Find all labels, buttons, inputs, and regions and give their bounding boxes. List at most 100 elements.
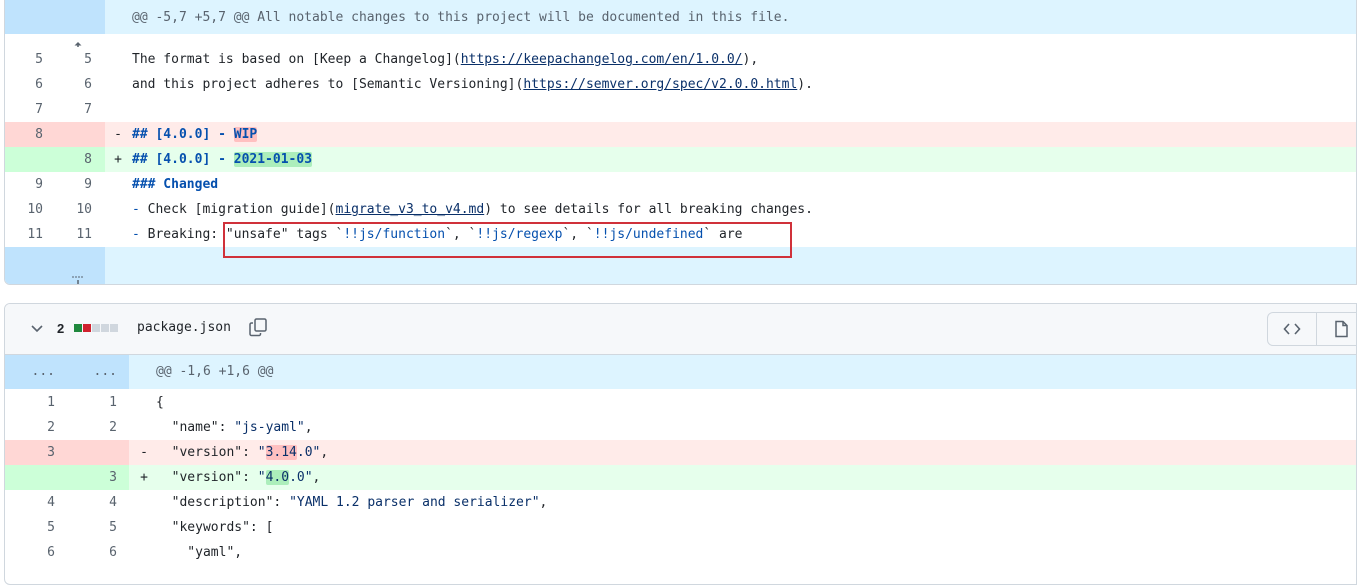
- old-line-number[interactable]: 8: [5, 122, 43, 147]
- new-line-number[interactable]: [55, 122, 92, 147]
- chevron-down-icon[interactable]: [29, 320, 45, 336]
- added-line: 8 + ## [4.0.0] - 2021-01-03: [5, 147, 1356, 172]
- code-token: :: [242, 445, 258, 460]
- diff-sign: +: [114, 152, 122, 167]
- code-text: "description": "YAML 1.2 parser and seri…: [156, 490, 548, 515]
- highlight-box: [223, 222, 792, 258]
- code-token: "description": [156, 495, 274, 510]
- new-line-number[interactable]: 1: [67, 390, 117, 415]
- diffstat-block: [101, 324, 109, 332]
- new-line-number[interactable]: 8: [55, 147, 92, 172]
- old-line-number[interactable]: 5: [5, 47, 43, 72]
- code-token: .0": [296, 445, 321, 460]
- added-line: 3 + "version": "4.0.0",: [5, 465, 1356, 490]
- new-line-number[interactable]: [67, 440, 117, 465]
- old-line-number[interactable]: 5: [5, 515, 55, 540]
- context-line: 10 10 - Check [migration guide](migrate_v3…: [5, 197, 1356, 222]
- code-text: {: [156, 390, 164, 415]
- hunk-old-ellipsis[interactable]: ...: [5, 355, 55, 389]
- code-text: The format is based on [Keep a Changelog…: [132, 47, 758, 72]
- diff-sign: -: [140, 445, 148, 460]
- code-token: {: [156, 395, 164, 410]
- code-token: ": [257, 445, 266, 460]
- code-token: ### Changed: [132, 177, 219, 192]
- code-token: -: [132, 227, 148, 242]
- code-token[interactable]: migrate_v3_to_v4.md: [336, 202, 485, 217]
- new-line-number[interactable]: 7: [55, 97, 92, 122]
- file-name[interactable]: package.json: [137, 320, 231, 335]
- context-line: 6 6 and this project adheres to [Semantic …: [5, 72, 1356, 97]
- context-line: 22 "name": "js-yaml",: [5, 415, 1356, 440]
- new-line-number[interactable]: 10: [55, 197, 92, 222]
- old-line-number[interactable]: [5, 465, 55, 490]
- code-token: :: [218, 420, 235, 435]
- code-token: ),: [742, 52, 759, 67]
- code-text: ## [4.0.0] - WIP: [132, 122, 258, 147]
- code-token: ,: [234, 545, 243, 560]
- old-line-number[interactable]: 6: [5, 72, 43, 97]
- code-text: and this project adheres to [Semantic Ve…: [132, 72, 813, 97]
- code-token: ,: [320, 445, 329, 460]
- code-icon: [1283, 323, 1301, 335]
- old-line-number[interactable]: 11: [5, 222, 43, 247]
- code-text: "name": "js-yaml",: [156, 415, 313, 440]
- expand-down-icon[interactable]: [5, 249, 105, 284]
- code-token: ": [257, 470, 266, 485]
- code-token: .0": [289, 470, 313, 485]
- old-line-number[interactable]: 1: [5, 390, 55, 415]
- context-line: 5 5 The format is based on [Keep a Changel…: [5, 47, 1356, 72]
- new-line-number[interactable]: 6: [67, 540, 117, 565]
- old-line-number[interactable]: 6: [5, 540, 55, 565]
- old-line-number[interactable]: [5, 147, 43, 172]
- code-token[interactable]: https://semver.org/spec/v2.0.0.html: [523, 77, 797, 92]
- old-line-number[interactable]: 10: [5, 197, 43, 222]
- code-token: "YAML 1.2 parser and serializer": [289, 495, 540, 510]
- new-line-number[interactable]: 4: [67, 490, 117, 515]
- code-text: ## [4.0.0] - 2021-01-03: [132, 147, 313, 172]
- new-line-number[interactable]: 5: [67, 515, 117, 540]
- code-token: 3.14: [265, 445, 297, 460]
- code-token: The format is based on [Keep a Changelog…: [132, 52, 461, 67]
- old-line-number[interactable]: 3: [5, 440, 55, 465]
- old-line-number[interactable]: 7: [5, 97, 43, 122]
- context-line: 55 "keywords": [: [5, 515, 1356, 540]
- new-line-number[interactable]: 2: [67, 415, 117, 440]
- expand-up-icon[interactable]: [5, 3, 105, 54]
- new-line-number[interactable]: 5: [55, 47, 92, 72]
- code-text: "version": "4.0.0",: [156, 465, 320, 490]
- code-token: "version": [156, 470, 243, 485]
- new-line-number[interactable]: 11: [55, 222, 92, 247]
- code-token: "name": [156, 420, 219, 435]
- code-token: "js-yaml": [234, 420, 305, 435]
- code-token: ) to see details for all breaking change…: [484, 202, 813, 217]
- file-view-button[interactable]: [1317, 313, 1356, 345]
- code-token: ,: [312, 470, 321, 485]
- new-line-number[interactable]: 6: [55, 72, 92, 97]
- code-token: "yaml": [156, 545, 235, 560]
- old-line-number[interactable]: 4: [5, 490, 55, 515]
- context-line: 9 9 ### Changed: [5, 172, 1356, 197]
- code-text: ### Changed: [132, 172, 218, 197]
- old-line-number[interactable]: 2: [5, 415, 55, 440]
- context-line: 1 1 {: [5, 390, 1356, 415]
- copy-icon[interactable]: [248, 317, 268, 337]
- new-line-number[interactable]: 3: [67, 465, 117, 490]
- code-text: - Check [migration guide](migrate_v3_to_…: [132, 197, 813, 222]
- hunk-header-text: @@ -5,7 +5,7 @@ All notable changes to t…: [132, 10, 790, 25]
- context-line: 44 "description": "YAML 1.2 parser and s…: [5, 490, 1356, 515]
- code-text: "keywords": [: [156, 515, 274, 540]
- new-line-number[interactable]: 9: [55, 172, 92, 197]
- code-token: ,: [539, 495, 548, 510]
- diffstat-block: [83, 324, 91, 332]
- diff-sign: -: [114, 127, 122, 142]
- diff-sign: +: [140, 470, 148, 485]
- file-header: 2 package.json: [5, 304, 1356, 355]
- hunk-new-ellipsis[interactable]: ...: [67, 355, 117, 389]
- deleted-line: 8 - ## [4.0.0] - WIP: [5, 122, 1356, 147]
- hunk-header-text: @@ -1,6 +1,6 @@: [156, 364, 274, 379]
- old-line-number[interactable]: 9: [5, 172, 43, 197]
- deleted-line: 3 - "version": "3.14.0",: [5, 440, 1356, 465]
- context-line: 66 "yaml",: [5, 540, 1356, 565]
- code-view-button[interactable]: [1268, 313, 1317, 345]
- code-token[interactable]: https://keepachangelog.com/en/1.0.0/: [461, 52, 743, 67]
